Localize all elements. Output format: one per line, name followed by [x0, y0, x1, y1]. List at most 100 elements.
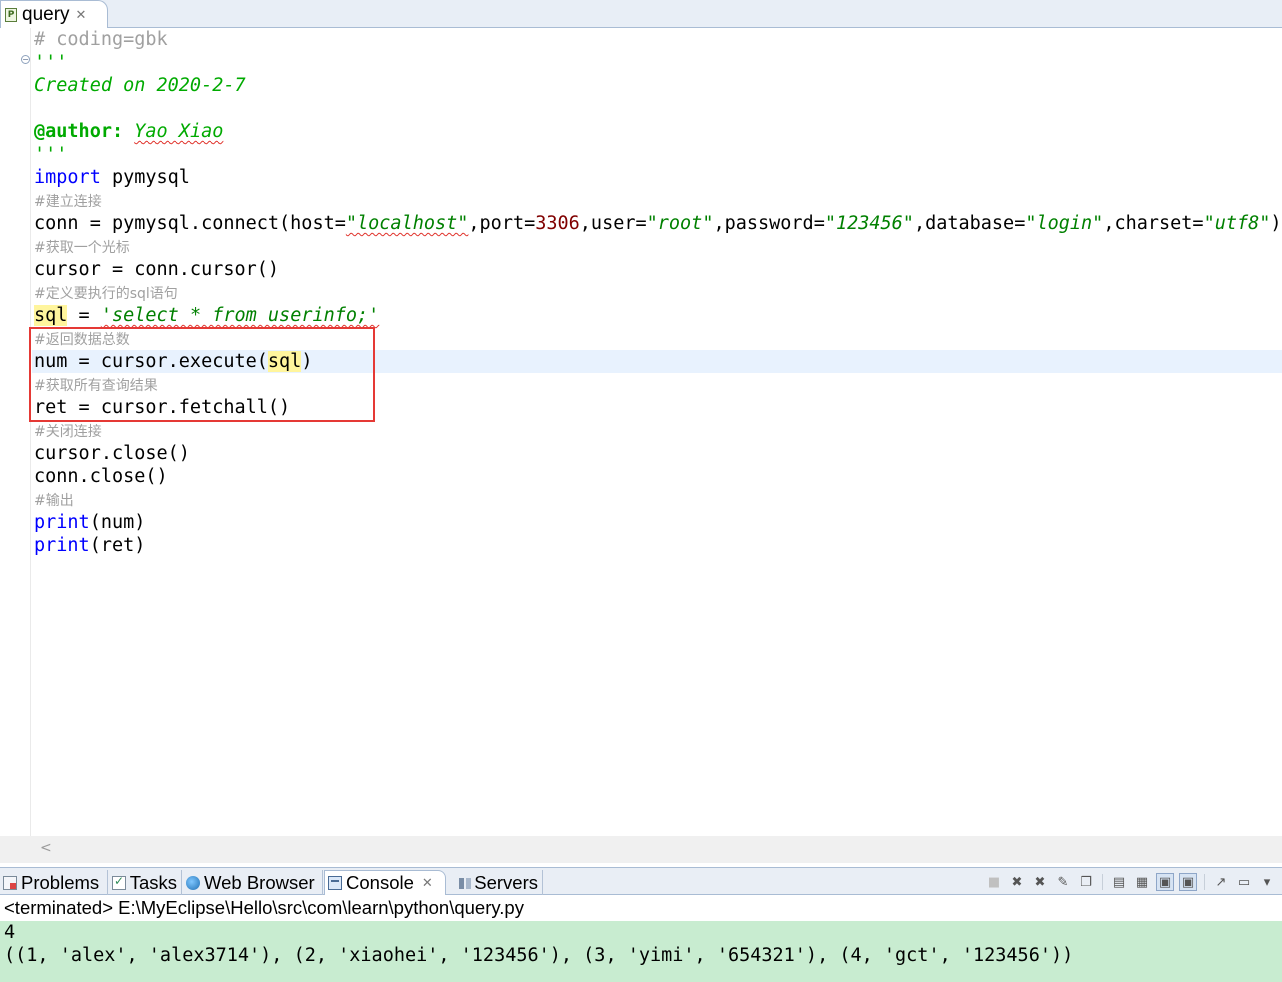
import-keyword: import	[34, 167, 101, 188]
toolbar-separator	[1102, 874, 1103, 890]
console-output[interactable]: 4 ((1, 'alex', 'alex3714'), (2, 'xiaohei…	[0, 921, 1282, 982]
user-arg: ,user=	[579, 213, 647, 234]
close-icon[interactable]: ✕	[422, 875, 433, 891]
python-file-icon: P	[5, 7, 17, 22]
code-line-19: cursor.close()	[34, 442, 190, 465]
code-line-8: #建立连接	[34, 189, 102, 212]
stop-icon[interactable]: ■	[985, 873, 1003, 891]
code-line-18: #关闭连接	[34, 419, 102, 442]
coding-comment: # coding=gbk	[34, 29, 168, 50]
code-editor[interactable]: − # coding=gbk ''' Created on 2020-2-7 @…	[0, 28, 1282, 836]
conn-close-statement: conn.close()	[34, 466, 168, 487]
code-line-21: #输出	[34, 488, 74, 511]
database-string: "login"	[1025, 213, 1104, 234]
word-wrap-icon[interactable]: ▦	[1133, 873, 1151, 891]
code-line-1: # coding=gbk	[34, 28, 168, 51]
servers-icon	[458, 876, 472, 890]
console-output-line: ((1, 'alex', 'alex3714'), (2, 'xiaohei',…	[4, 945, 1074, 966]
clear-console-icon[interactable]: ✎	[1054, 873, 1072, 891]
charset-arg: ,charset=	[1103, 213, 1204, 234]
fold-icon[interactable]: −	[21, 55, 30, 64]
console-toolbar: ■ ✖ ✖ ✎ ❐ ▤ ▦ ▣ ▣ ↗ ▭ ▾	[985, 873, 1276, 891]
password-string: "123456"	[824, 213, 914, 234]
code-line-12: #定义要执行的sql语句	[34, 281, 178, 304]
print-ret-args: (ret)	[89, 535, 146, 556]
tab-servers[interactable]: Servers	[455, 870, 543, 895]
tab-servers-label: Servers	[474, 871, 538, 893]
scroll-left-icon[interactable]: <	[40, 840, 52, 856]
remove-launch-icon[interactable]: ✖	[1008, 873, 1026, 891]
database-arg: ,database=	[913, 213, 1026, 234]
code-line-6: '''	[34, 143, 67, 166]
code-line-23: print(ret)	[34, 534, 145, 557]
docstring-author-value: Yao Xiao	[134, 121, 224, 142]
tab-problems-label: Problems	[21, 871, 100, 893]
editor-ruler	[0, 28, 31, 836]
password-arg: ,password=	[713, 213, 825, 234]
tab-console[interactable]: Console ✕	[324, 870, 446, 895]
comment-connect: #建立连接	[34, 194, 102, 210]
tab-console-label: Console	[346, 872, 414, 893]
editor-horizontal-scrollbar[interactable]: <	[0, 836, 1282, 863]
editor-tab-label: query	[22, 3, 70, 25]
host-string: "localhost"	[345, 213, 469, 234]
docstring-created: Created on 2020-2-7	[34, 75, 246, 96]
code-line-9: conn = pymysql.connect(host="localhost",…	[34, 212, 1282, 235]
code-line-5: @author: Yao Xiao	[34, 120, 223, 143]
remove-all-icon[interactable]: ✖	[1031, 873, 1049, 891]
dropdown-icon[interactable]: ▾	[1258, 873, 1276, 891]
print-keyword: print	[34, 535, 90, 556]
user-string: "root"	[646, 213, 714, 234]
code-line-2: '''	[34, 51, 67, 74]
tab-tasks[interactable]: Tasks	[109, 870, 182, 895]
console-output-line: 4	[4, 922, 16, 943]
comment-sql: #定义要执行的sql语句	[34, 286, 178, 302]
show-on-stderr-icon[interactable]: ▣	[1179, 873, 1197, 891]
tasks-icon	[112, 874, 126, 890]
toolbar-separator	[1204, 874, 1205, 890]
print-num-args: (num)	[89, 512, 146, 533]
tab-tasks-label: Tasks	[129, 871, 177, 893]
problems-icon	[3, 875, 17, 890]
console-status-line: <terminated> E:\MyEclipse\Hello\src\com\…	[0, 895, 1282, 921]
code-line-22: print(num)	[34, 511, 145, 534]
code-line-3: Created on 2020-2-7	[34, 74, 246, 97]
pin-console-icon[interactable]: ↗	[1212, 873, 1230, 891]
docstring-close: '''	[34, 144, 68, 165]
docstring-author-key: @author:	[34, 121, 124, 142]
comment-output: #输出	[34, 493, 74, 509]
views-tab-bar: Problems Tasks Web Browser Console ✕ Ser…	[0, 867, 1282, 895]
port-arg: ,port=	[468, 213, 536, 234]
show-on-stdout-icon[interactable]: ▣	[1156, 873, 1174, 891]
sql-assign: =	[67, 305, 101, 326]
display-console-icon[interactable]: ▭	[1235, 873, 1253, 891]
comment-cursor: #获取一个光标	[34, 240, 130, 256]
console-icon	[328, 876, 342, 890]
tab-problems[interactable]: Problems	[0, 870, 108, 895]
copy-console-icon[interactable]: ❐	[1077, 873, 1095, 891]
charset-string: "utf8"	[1203, 213, 1271, 234]
cursor-statement: cursor = conn.cursor()	[34, 259, 280, 280]
tab-web-browser-label: Web Browser	[204, 871, 315, 893]
code-line-13: sql = 'select * from userinfo;'	[34, 304, 379, 327]
import-module: pymysql	[100, 167, 190, 188]
close-icon[interactable]: ✕	[76, 7, 87, 23]
browser-icon	[186, 875, 200, 890]
code-line-10: #获取一个光标	[34, 235, 130, 258]
red-highlight-box	[29, 327, 375, 422]
sql-variable: sql	[34, 305, 68, 326]
editor-tab-bar: P query ✕	[0, 0, 1282, 28]
docstring-open: '''	[34, 52, 68, 73]
editor-tab-query[interactable]: P query ✕	[0, 0, 108, 28]
code-line-7: import pymysql	[34, 166, 190, 189]
sql-string: 'select * from userinfo;'	[100, 305, 380, 326]
scroll-lock-icon[interactable]: ▤	[1110, 873, 1128, 891]
code-line-20: conn.close()	[34, 465, 168, 488]
port-number: 3306	[535, 213, 580, 234]
connect-close-paren: )	[1270, 213, 1282, 234]
print-keyword: print	[34, 512, 90, 533]
connect-call: conn = pymysql.connect(host=	[34, 213, 346, 234]
code-line-11: cursor = conn.cursor()	[34, 258, 279, 281]
comment-close: #关闭连接	[34, 424, 102, 440]
tab-web-browser[interactable]: Web Browser	[183, 870, 323, 895]
